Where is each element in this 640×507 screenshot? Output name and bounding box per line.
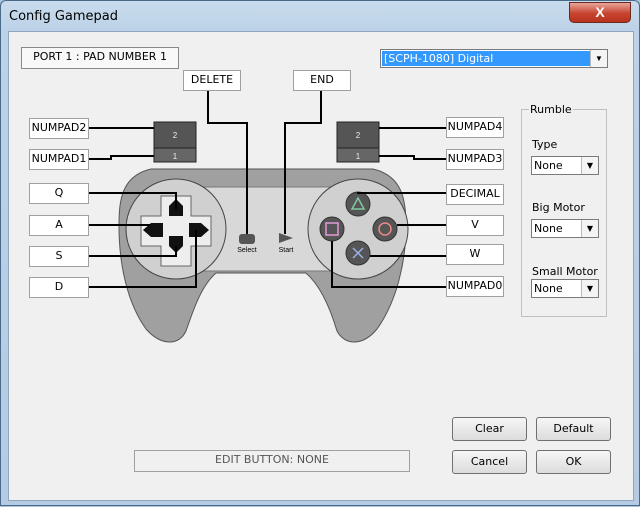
ok-button[interactable]: OK (536, 450, 611, 474)
chevron-down-icon[interactable]: ▼ (581, 280, 598, 297)
small-motor-select[interactable]: None ▼ (531, 279, 599, 298)
config-gamepad-window: Config Gamepad X PORT 1 : PAD NUMBER 1 [… (0, 0, 640, 506)
r2-label: 2 (356, 131, 361, 140)
edit-button-status: EDIT BUTTON: NONE (134, 450, 410, 472)
chevron-down-icon[interactable]: ▼ (581, 157, 598, 174)
l1-label: 1 (173, 152, 178, 161)
small-motor-label: Small Motor (532, 265, 598, 278)
default-button[interactable]: Default (536, 417, 611, 441)
shoulder-buttons: 2 1 2 1 (153, 121, 380, 163)
cancel-button[interactable]: Cancel (452, 450, 527, 474)
rumble-type-select[interactable]: None ▼ (531, 156, 599, 175)
rumble-group-label: Rumble (529, 103, 573, 116)
chevron-down-icon[interactable]: ▼ (581, 220, 598, 237)
rumble-type-label: Type (532, 138, 558, 151)
r1-label: 1 (356, 152, 361, 161)
big-motor-select[interactable]: None ▼ (531, 219, 599, 238)
start-pad-label: Start (279, 247, 294, 254)
select-button-shape (239, 234, 255, 244)
select-pad-label: Select (237, 247, 257, 254)
rumble-type-value: None (534, 159, 563, 172)
l2-label: 2 (173, 131, 178, 140)
clear-button[interactable]: Clear (452, 417, 527, 441)
big-motor-value: None (534, 222, 563, 235)
small-motor-value: None (534, 282, 563, 295)
big-motor-label: Big Motor (532, 201, 585, 214)
